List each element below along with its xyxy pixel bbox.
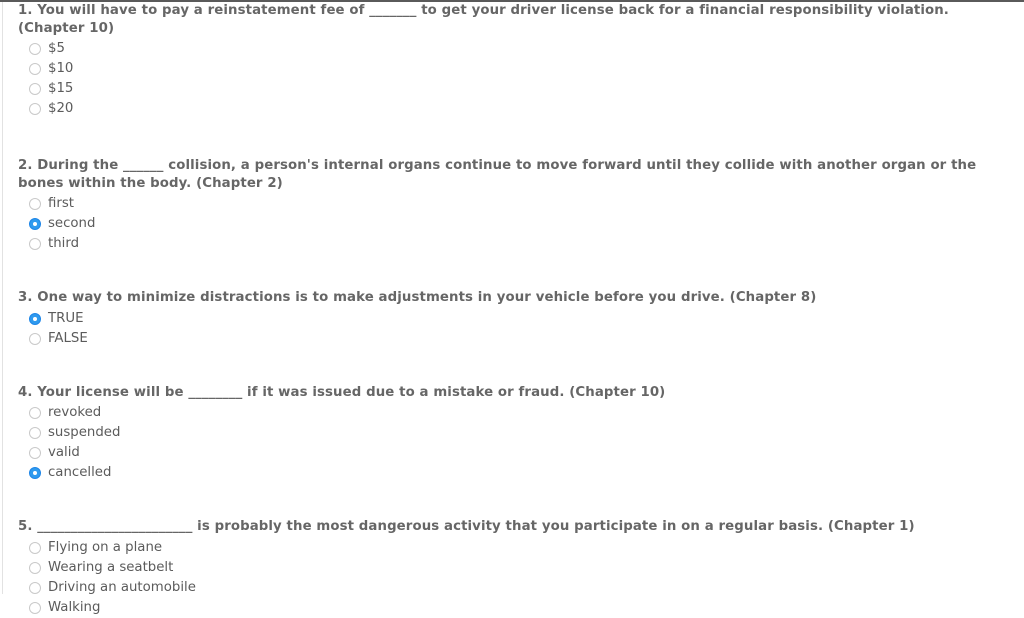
radio-button-icon[interactable] <box>29 427 41 439</box>
radio-option[interactable]: suspended <box>29 423 1024 443</box>
option-list: revoked suspended valid cancelled <box>0 403 1024 483</box>
option-label: $10 <box>48 61 74 76</box>
radio-option[interactable]: revoked <box>29 403 1024 423</box>
question-spacer <box>0 349 1024 384</box>
option-label: Wearing a seatbelt <box>48 559 174 575</box>
option-list: $5 $10 $15 $20 <box>0 39 1024 119</box>
option-list: TRUE FALSE <box>0 309 1024 349</box>
question-block: 4. Your license will be ________ if it w… <box>0 384 1024 484</box>
option-label: third <box>48 236 80 251</box>
radio-button-icon[interactable] <box>29 63 41 75</box>
option-label: $15 <box>48 81 74 96</box>
radio-option[interactable]: $15 <box>29 79 1024 99</box>
question-block: 5. _______________________ is probably t… <box>0 518 1024 618</box>
question-spacer <box>0 119 1024 157</box>
question-text: 1. You will have to pay a reinstatement … <box>18 3 949 36</box>
question-text: 3. One way to minimize distractions is t… <box>18 290 817 305</box>
radio-option[interactable]: $10 <box>29 59 1024 79</box>
question-block: 3. One way to minimize distractions is t… <box>0 289 1024 349</box>
radio-option[interactable]: valid <box>29 443 1024 463</box>
radio-option[interactable]: cancelled <box>29 463 1024 483</box>
question-spacer <box>0 483 1024 518</box>
radio-button-selected-icon[interactable] <box>29 218 41 230</box>
option-list: Flying on a plane Wearing a seatbelt Drivi… <box>0 538 1024 618</box>
radio-button-icon[interactable] <box>29 541 41 554</box>
radio-option[interactable]: Wearing a seatbelt <box>29 558 1024 578</box>
option-label: $5 <box>48 41 65 56</box>
radio-option[interactable]: third <box>29 234 1024 254</box>
radio-option[interactable]: Flying on a plane <box>29 538 1024 558</box>
option-label: first <box>48 196 74 211</box>
option-label: second <box>48 216 96 231</box>
radio-button-icon[interactable] <box>29 561 41 574</box>
radio-button-icon[interactable] <box>29 83 41 95</box>
option-label: Flying on a plane <box>48 539 163 555</box>
option-label: $20 <box>48 101 74 116</box>
option-label: cancelled <box>48 465 112 480</box>
question-spacer <box>0 254 1024 289</box>
radio-button-icon[interactable] <box>29 581 41 594</box>
question-text: 2. During the ______ collision, a person… <box>18 158 977 191</box>
radio-option[interactable]: Walking <box>29 598 1024 618</box>
radio-option[interactable]: Driving an automobile <box>29 578 1024 598</box>
option-label: revoked <box>48 405 102 420</box>
radio-option[interactable]: TRUE <box>29 309 1024 329</box>
radio-button-icon[interactable] <box>29 198 41 210</box>
radio-button-icon[interactable] <box>29 43 41 55</box>
quiz-form: 1. You will have to pay a reinstatement … <box>0 2 1024 618</box>
question-block: 2. During the ______ collision, a person… <box>0 157 1024 254</box>
option-label: suspended <box>48 425 121 440</box>
radio-option[interactable]: $5 <box>29 39 1024 59</box>
question-block: 1. You will have to pay a reinstatement … <box>0 2 1024 119</box>
radio-button-icon[interactable] <box>29 103 41 115</box>
radio-button-icon[interactable] <box>29 447 41 459</box>
option-label: FALSE <box>48 330 88 346</box>
option-label: TRUE <box>48 310 84 326</box>
radio-button-selected-icon[interactable] <box>29 467 41 479</box>
question-text: 5. _______________________ is probably t… <box>18 519 915 534</box>
radio-button-icon[interactable] <box>29 601 41 614</box>
radio-button-selected-icon[interactable] <box>29 312 41 325</box>
radio-button-icon[interactable] <box>29 407 41 419</box>
radio-option[interactable]: second <box>29 214 1024 234</box>
question-text: 4. Your license will be ________ if it w… <box>18 384 666 400</box>
radio-option[interactable]: first <box>29 194 1024 214</box>
radio-button-icon[interactable] <box>29 332 41 345</box>
option-list: first second third <box>0 194 1024 254</box>
option-label: Walking <box>48 599 101 615</box>
option-label: valid <box>48 445 80 460</box>
radio-option[interactable]: FALSE <box>29 329 1024 349</box>
radio-button-icon[interactable] <box>29 238 41 250</box>
radio-option[interactable]: $20 <box>29 99 1024 119</box>
